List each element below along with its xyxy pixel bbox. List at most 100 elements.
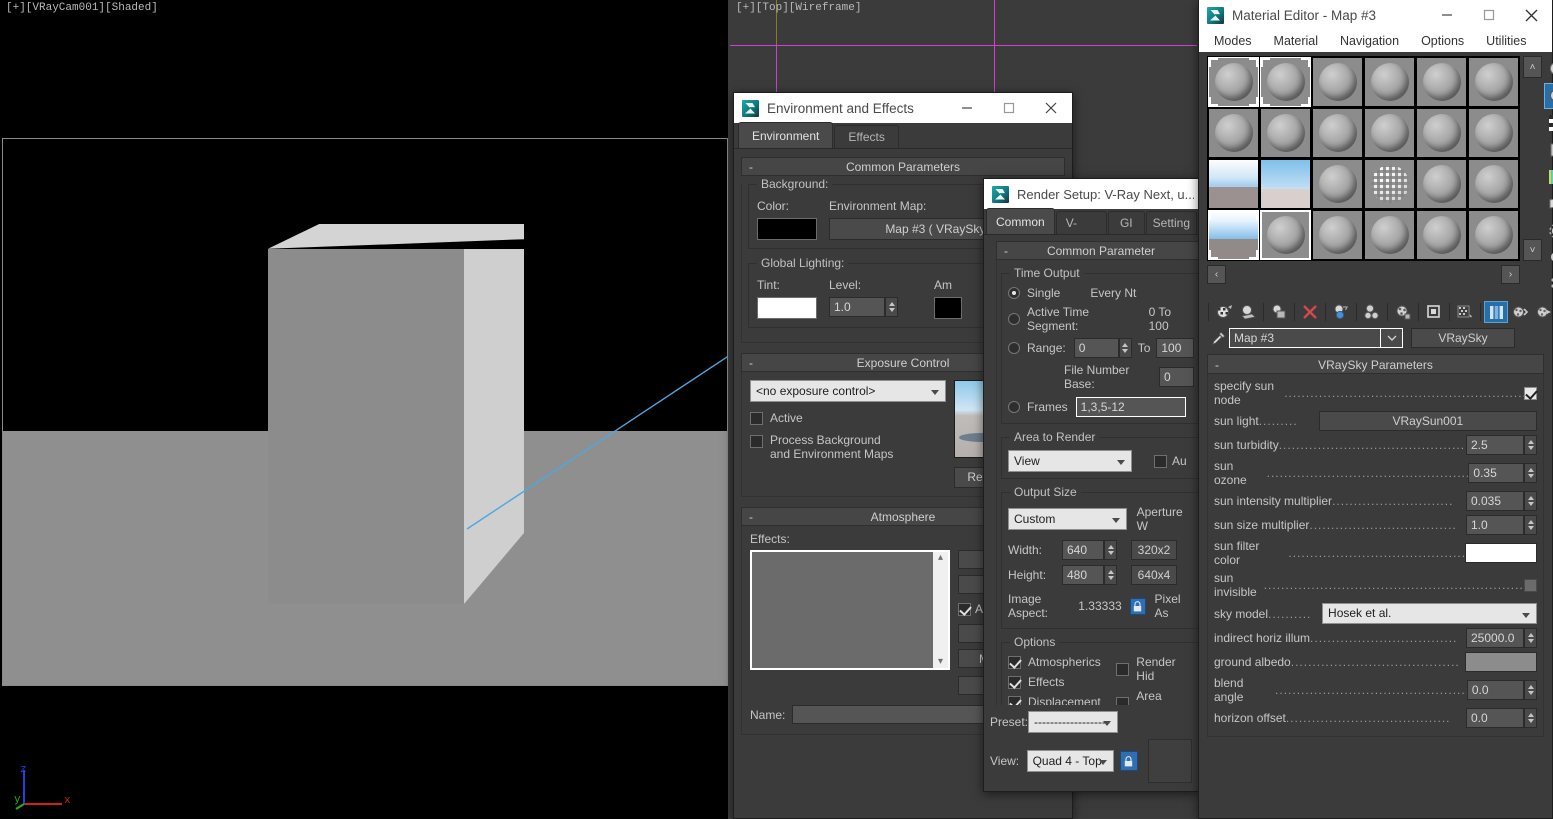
material-slot-19[interactable] <box>1208 210 1259 260</box>
material-slot-10[interactable] <box>1364 108 1415 158</box>
preset-640x480-button[interactable]: 640x4 <box>1131 565 1177 585</box>
material-slot-13[interactable] <box>1208 159 1259 209</box>
material-map-navigator-icon[interactable] <box>1544 272 1553 298</box>
horizon-offset-spinner[interactable] <box>1524 708 1537 728</box>
menu-material[interactable]: Material <box>1263 30 1329 52</box>
radio-single[interactable] <box>1008 287 1020 299</box>
material-slot-23[interactable] <box>1416 210 1467 260</box>
tab-vray[interactable]: V-Ray <box>1055 211 1107 253</box>
slot-page-next-button[interactable]: › <box>1501 265 1520 284</box>
environment-dialog-titlebar[interactable]: Environment and Effects <box>734 93 1072 123</box>
preset-combo[interactable]: ------------------- <box>1028 711 1118 733</box>
radio-range[interactable] <box>1008 342 1020 354</box>
sky-model-combo[interactable]: Hosek et al. <box>1322 603 1537 624</box>
get-material-icon[interactable] <box>1212 301 1236 323</box>
sun-size-multiplier-spinner[interactable] <box>1524 515 1537 535</box>
material-slot-3[interactable] <box>1312 57 1363 107</box>
material-slot-17[interactable] <box>1416 159 1467 209</box>
material-name-field[interactable]: Map #3 <box>1229 328 1381 348</box>
sun-turbidity-field[interactable]: 2.5 <box>1466 435 1524 455</box>
camera-viewport-render-area[interactable] <box>2 138 728 686</box>
render-setup-titlebar[interactable]: Render Setup: V-Ray Next, u... <box>984 179 1198 209</box>
collapse-icon[interactable]: - <box>749 158 753 177</box>
menu-navigation[interactable]: Navigation <box>1329 30 1410 52</box>
box-object-front-face[interactable] <box>268 249 464 604</box>
sample-uv-tiling-icon[interactable] <box>1544 137 1553 163</box>
material-name-dropdown-arrow[interactable] <box>1381 328 1403 348</box>
tab-environment[interactable]: Environment <box>738 122 834 148</box>
exposure-control-combo[interactable]: <no exposure control> <box>750 380 946 402</box>
make-material-copy-icon[interactable] <box>1329 301 1353 323</box>
options-icon[interactable] <box>1544 218 1553 244</box>
frames-field[interactable]: 1,3,5-12 <box>1075 397 1186 417</box>
background-icon[interactable] <box>1544 110 1553 136</box>
close-button[interactable] <box>1510 0 1552 30</box>
output-size-preset-combo[interactable]: Custom <box>1008 508 1127 530</box>
material-slot-7[interactable] <box>1208 108 1259 158</box>
radio-frames[interactable] <box>1008 401 1020 413</box>
sun-intensity-multiplier-field[interactable]: 0.035 <box>1466 491 1524 511</box>
auto-region-checkbox[interactable] <box>1154 454 1167 468</box>
material-editor-menubar[interactable]: Modes Material Navigation Options Utilit… <box>1199 30 1552 52</box>
blend-angle-spinner[interactable] <box>1524 680 1538 700</box>
maximize-button[interactable] <box>988 93 1030 123</box>
range-from-spinner[interactable] <box>1118 338 1132 358</box>
collapse-icon[interactable]: - <box>1215 355 1219 375</box>
sun-ozone-spinner[interactable] <box>1524 463 1537 483</box>
tint-color-swatch[interactable] <box>757 297 817 319</box>
horizon-offset-field[interactable]: 0.0 <box>1466 708 1524 728</box>
width-field[interactable]: 640 <box>1062 540 1104 560</box>
material-slot-9[interactable] <box>1312 108 1363 158</box>
slot-scroll-up-button[interactable]: ˄ <box>1523 56 1542 78</box>
sun-ozone-field[interactable]: 0.35 <box>1468 463 1524 483</box>
reset-map-icon[interactable] <box>1298 301 1322 323</box>
area-to-render-combo[interactable]: View <box>1008 450 1132 472</box>
collapse-icon[interactable]: - <box>1004 242 1008 261</box>
material-slot-18[interactable] <box>1468 159 1519 209</box>
preset-320x240-button[interactable]: 320x2 <box>1131 540 1177 560</box>
tab-gi[interactable]: GI <box>1107 211 1145 234</box>
material-slot-8[interactable] <box>1260 108 1311 158</box>
material-slot-grid[interactable] <box>1207 56 1520 261</box>
material-slot-21[interactable] <box>1312 210 1363 260</box>
material-slot-15[interactable] <box>1312 159 1363 209</box>
checkbox-render-hidden[interactable] <box>1116 662 1130 676</box>
minimize-button[interactable] <box>1426 0 1468 30</box>
height-field[interactable]: 480 <box>1062 565 1104 585</box>
sun-size-multiplier-field[interactable]: 1.0 <box>1466 515 1524 535</box>
assign-material-to-selection-icon[interactable] <box>1267 301 1291 323</box>
sun-invisible-checkbox[interactable] <box>1524 578 1537 592</box>
exposure-active-checkbox[interactable] <box>750 411 763 425</box>
material-editor-titlebar[interactable]: Material Editor - Map #3 <box>1199 0 1552 30</box>
tab-effects[interactable]: Effects <box>834 125 899 148</box>
view-lock-icon[interactable] <box>1120 751 1138 771</box>
material-slot-6[interactable] <box>1468 57 1519 107</box>
tab-common[interactable]: Common <box>986 208 1055 234</box>
close-button[interactable] <box>1030 93 1072 123</box>
material-slot-22[interactable] <box>1364 210 1415 260</box>
level-field[interactable]: 1.0 <box>829 297 885 317</box>
atmosphere-active-checkbox[interactable] <box>958 602 971 616</box>
put-to-library-icon[interactable] <box>1391 301 1415 323</box>
menu-utilities[interactable]: Utilities <box>1475 30 1537 52</box>
file-number-base-field[interactable]: 0 <box>1158 367 1194 387</box>
range-from-field[interactable]: 0 <box>1073 338 1119 358</box>
backlight-icon[interactable] <box>1544 83 1553 109</box>
background-color-swatch[interactable] <box>757 218 817 240</box>
scroll-down-icon[interactable]: ▾ <box>938 656 943 668</box>
video-color-check-icon[interactable] <box>1544 164 1553 190</box>
material-slot-12[interactable] <box>1468 108 1519 158</box>
sun-intensity-multiplier-spinner[interactable] <box>1524 491 1537 511</box>
sample-type-icon[interactable] <box>1544 56 1553 82</box>
common-parameters-rollout-header[interactable]: - Common Parameters <box>741 157 1065 176</box>
make-unique-icon[interactable] <box>1360 301 1384 323</box>
go-to-parent-icon[interactable] <box>1508 301 1532 323</box>
material-slot-2[interactable] <box>1260 57 1311 107</box>
collapse-icon[interactable]: - <box>749 354 753 373</box>
blend-angle-field[interactable]: 0.0 <box>1466 680 1525 700</box>
material-slot-14[interactable] <box>1260 159 1311 209</box>
radio-active-time-segment[interactable] <box>1008 313 1020 325</box>
show-in-viewport-icon[interactable] <box>1453 301 1477 323</box>
material-id-channel-icon[interactable] <box>1422 301 1446 323</box>
ground-albedo-swatch[interactable] <box>1465 652 1537 672</box>
